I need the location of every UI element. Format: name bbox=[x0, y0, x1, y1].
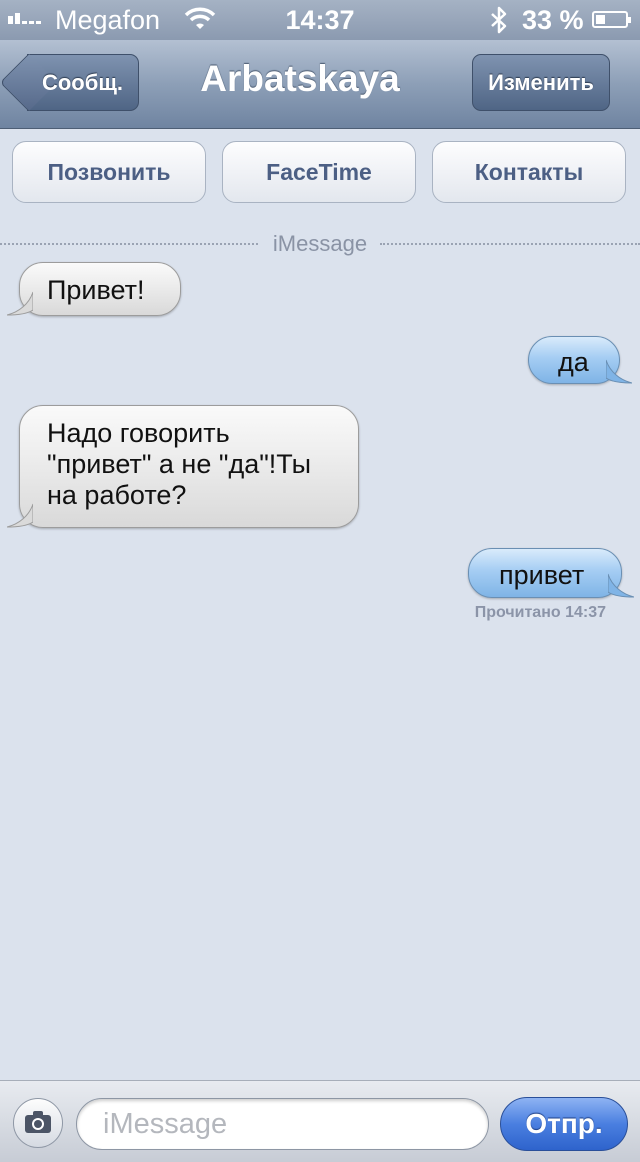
imessage-separator: iMessage bbox=[0, 231, 640, 257]
outgoing-message-bubble[interactable]: да bbox=[528, 336, 632, 384]
bubble-tail bbox=[608, 573, 634, 598]
battery-level-fill bbox=[596, 15, 605, 24]
message-input[interactable] bbox=[76, 1098, 489, 1150]
outgoing-message-bubble[interactable]: привет bbox=[468, 548, 634, 598]
status-bar: Megafon 14:37 33 % bbox=[0, 0, 640, 40]
read-receipt: Прочитано 14:37 bbox=[474, 604, 606, 621]
message-text: привет bbox=[499, 560, 585, 590]
message-text: Привет! bbox=[47, 275, 145, 305]
bubble-tail bbox=[7, 291, 33, 316]
navigation-bar: Сообщ. Arbatskaya Изменить bbox=[0, 40, 640, 129]
incoming-message-bubble[interactable]: Надо говорить "привет" а не "да"!Ты на р… bbox=[7, 405, 359, 528]
separator-line-right bbox=[380, 243, 640, 245]
message-text: да bbox=[558, 347, 589, 377]
send-button[interactable]: Отпр. bbox=[500, 1097, 628, 1151]
bluetooth-icon bbox=[489, 5, 509, 42]
back-to-messages-button[interactable]: Сообщ. bbox=[0, 53, 139, 112]
edit-button[interactable]: Изменить bbox=[472, 54, 610, 111]
battery-icon bbox=[592, 11, 631, 28]
camera-button[interactable] bbox=[13, 1098, 63, 1148]
message-input-bar: Отпр. bbox=[0, 1080, 640, 1162]
conversation-title: Arbatskaya bbox=[200, 58, 400, 99]
call-button[interactable]: Позвонить bbox=[12, 141, 206, 203]
bubble-tail bbox=[606, 359, 632, 384]
contacts-button[interactable]: Контакты bbox=[432, 141, 626, 203]
facetime-button[interactable]: FaceTime bbox=[222, 141, 416, 203]
message-text: Надо говорить "привет" а не "да"!Ты на р… bbox=[47, 418, 312, 510]
incoming-message-bubble[interactable]: Привет! bbox=[7, 262, 181, 316]
bubble-tail bbox=[7, 503, 33, 528]
camera-icon bbox=[25, 1111, 51, 1133]
battery-percent: 33 % bbox=[522, 5, 584, 35]
back-button-label: Сообщ. bbox=[41, 70, 124, 95]
